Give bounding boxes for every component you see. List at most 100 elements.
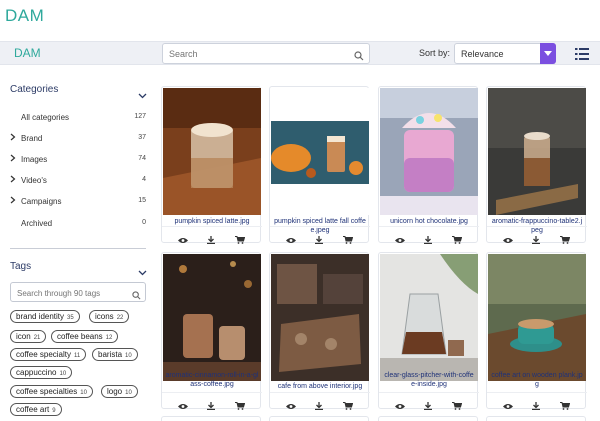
- chevron-right-icon[interactable]: [10, 154, 18, 164]
- asset-actions: [379, 392, 479, 410]
- eye-icon[interactable]: [503, 397, 513, 415]
- asset-actions: [379, 226, 479, 244]
- tag-chip[interactable]: coffee specialty 11: [10, 348, 87, 361]
- asset-card[interactable]: aromatic-frappuccino-table2.j peg: [486, 86, 587, 244]
- cart-icon[interactable]: [560, 231, 571, 249]
- cart-icon[interactable]: [560, 397, 571, 415]
- download-icon[interactable]: [315, 397, 323, 415]
- caption-line: unicorn hot chocolate.jpg: [390, 218, 468, 225]
- eye-icon[interactable]: [286, 231, 296, 249]
- asset-card[interactable]: cafe from above interior.jpg: [269, 252, 370, 410]
- asset-thumbnail[interactable]: [163, 88, 261, 215]
- cart-icon[interactable]: [343, 397, 354, 415]
- asset-thumbnail[interactable]: [271, 88, 369, 215]
- search-input[interactable]: [163, 44, 343, 64]
- category-label: Images: [21, 155, 48, 164]
- tag-chip[interactable]: logo 10: [101, 385, 138, 398]
- tag-count: 10: [125, 353, 132, 359]
- caption-line: ass-coffee.jpg: [190, 381, 234, 388]
- category-images[interactable]: Images 74: [10, 154, 146, 168]
- asset-thumbnail[interactable]: [380, 88, 478, 215]
- tag-chip[interactable]: icon 21: [10, 330, 47, 343]
- search-icon[interactable]: [132, 287, 141, 305]
- tag-chip[interactable]: icons 22: [89, 310, 130, 323]
- asset-card[interactable]: coffee art on wooden plank.jp g: [486, 252, 587, 410]
- caption-line: aromatic-frappuccino-table2.j: [491, 218, 583, 225]
- tag-chip[interactable]: cappuccino 10: [10, 366, 73, 379]
- chevron-down-icon[interactable]: [540, 43, 556, 64]
- eye-icon[interactable]: [503, 231, 513, 249]
- tag-search-input[interactable]: [11, 284, 129, 303]
- tag-chip[interactable]: barista 10: [92, 348, 138, 361]
- categories-title[interactable]: Categories: [10, 84, 58, 95]
- chevron-down-icon[interactable]: [138, 86, 147, 104]
- tag-chip[interactable]: coffee art 9: [10, 403, 62, 416]
- caption-line: pumpkin spiced latte fall coffe: [274, 218, 366, 225]
- eye-icon[interactable]: [178, 397, 188, 415]
- cart-icon[interactable]: [452, 231, 463, 249]
- cart-icon[interactable]: [235, 397, 246, 415]
- cart-icon[interactable]: [343, 231, 354, 249]
- tag-chip[interactable]: coffee specialties 10: [10, 385, 93, 398]
- chevron-right-icon[interactable]: [10, 133, 18, 143]
- asset-card[interactable]: clear-glass-pitcher-with-coffe e-inside.j…: [378, 252, 479, 410]
- asset-card[interactable]: pumpkin spiced latte.jpg: [161, 86, 262, 244]
- asset-card[interactable]: [161, 416, 261, 421]
- eye-icon[interactable]: [395, 231, 405, 249]
- download-icon[interactable]: [207, 397, 215, 415]
- category-campaigns[interactable]: Campaigns 15: [10, 196, 146, 210]
- eye-icon[interactable]: [395, 397, 405, 415]
- tag-count: 21: [33, 335, 41, 341]
- asset-caption: clear-glass-pitcher-with-coffe e-inside.j…: [379, 371, 479, 389]
- eye-icon[interactable]: [286, 397, 296, 415]
- toolbar-brand: DAM: [14, 46, 41, 60]
- eye-icon[interactable]: [178, 231, 188, 249]
- caption-line: cafe from above interior.jpg: [277, 383, 363, 390]
- caption-line: pumpkin spiced latte.jpg: [174, 218, 250, 225]
- tag-label: coffee specialties: [16, 387, 78, 396]
- asset-thumbnail[interactable]: [488, 254, 586, 381]
- tag-chip[interactable]: coffee beans 12: [51, 330, 119, 343]
- asset-thumbnail[interactable]: [380, 254, 478, 381]
- asset-thumbnail[interactable]: [271, 254, 369, 381]
- search-icon[interactable]: [354, 48, 364, 66]
- category-all[interactable]: All categories 127: [10, 112, 146, 126]
- tag-chip[interactable]: brand identity 35: [10, 310, 80, 323]
- category-videos[interactable]: Video's 4: [10, 175, 146, 189]
- cart-icon[interactable]: [452, 397, 463, 415]
- download-icon[interactable]: [424, 231, 432, 249]
- asset-card[interactable]: aromatic-cinnamon-roll-in-a-gl ass-coffee…: [161, 252, 262, 410]
- asset-card[interactable]: [486, 416, 586, 421]
- asset-thumbnail[interactable]: [488, 88, 586, 215]
- asset-caption: aromatic-cinnamon-roll-in-a-gl ass-coffee…: [162, 371, 262, 389]
- sort-value: Relevance: [461, 49, 504, 59]
- app-logo: DAM: [5, 6, 45, 25]
- asset-card[interactable]: [269, 416, 369, 421]
- category-brand[interactable]: Brand 37: [10, 133, 146, 147]
- download-icon[interactable]: [532, 231, 540, 249]
- download-icon[interactable]: [424, 397, 432, 415]
- chevron-right-icon[interactable]: [10, 175, 18, 185]
- asset-card[interactable]: pumpkin spiced latte fall coffe e.jpeg: [269, 86, 370, 244]
- asset-card[interactable]: [378, 416, 478, 421]
- toolbar: DAM Sort by: Relevance: [0, 41, 600, 65]
- sort-select[interactable]: Relevance: [454, 43, 556, 64]
- asset-card[interactable]: unicorn hot chocolate.jpg: [378, 86, 479, 244]
- asset-caption: unicorn hot chocolate.jpg: [379, 217, 479, 226]
- asset-actions: [162, 226, 262, 244]
- cart-icon[interactable]: [235, 231, 246, 249]
- category-label: Brand: [21, 134, 43, 143]
- chevron-down-icon[interactable]: [138, 263, 147, 281]
- category-count: 37: [138, 134, 146, 141]
- download-icon[interactable]: [207, 231, 215, 249]
- category-count: 15: [138, 197, 146, 204]
- asset-thumbnail[interactable]: [163, 254, 261, 381]
- chevron-right-icon[interactable]: [10, 196, 18, 206]
- download-icon[interactable]: [315, 231, 323, 249]
- tags-title[interactable]: Tags: [10, 261, 31, 272]
- category-archived[interactable]: Archived 0: [10, 218, 146, 232]
- list-view-icon[interactable]: [575, 47, 589, 65]
- tag-label: cappuccino: [16, 368, 57, 377]
- download-icon[interactable]: [532, 397, 540, 415]
- asset-actions: [487, 226, 587, 244]
